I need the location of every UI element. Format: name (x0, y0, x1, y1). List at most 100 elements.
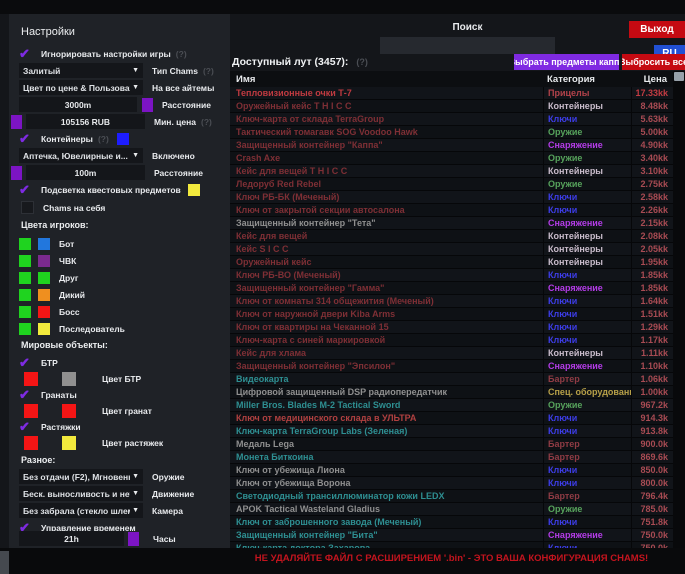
color-swatch[interactable] (38, 255, 50, 267)
table-row[interactable]: Медаль LegaБартер900.0k (230, 438, 673, 451)
misc-dropdown[interactable]: Беск. выносливость и нет уста▼ (19, 486, 143, 501)
table-row[interactable]: Ключ от убежища ВоронаКлючи800.0k (230, 477, 673, 490)
table-row[interactable]: Монета БиткоинаБартер869.6k (230, 451, 673, 464)
item-price: 1.17kk (631, 334, 673, 346)
quest-items-row[interactable]: ✔ Подсветка квестовых предметов (19, 182, 200, 197)
table-row[interactable]: Ключ от закрытой секции автосалонаКлючи2… (230, 204, 673, 217)
color-swatch[interactable] (19, 272, 31, 284)
exit-button[interactable]: Выход (629, 21, 685, 38)
table-row[interactable]: Ключ-карта с синей маркировкойКлючи1.17k… (230, 334, 673, 347)
world-object-toggle-row[interactable]: ✔БТР (19, 355, 58, 370)
search-input[interactable] (380, 37, 555, 54)
item-category: Контейнеры (543, 165, 631, 177)
color-swatch[interactable] (38, 306, 50, 318)
table-row[interactable]: Ключ РБ-БК (Меченый)Ключи2.58kk (230, 191, 673, 204)
color-swatch[interactable] (19, 238, 31, 250)
color-swatch[interactable] (38, 323, 50, 335)
color-swatch[interactable] (38, 272, 50, 284)
color-swatch[interactable] (24, 436, 38, 450)
table-row[interactable]: Crash AxeОружие3.40kk (230, 152, 673, 165)
color-swatch[interactable] (38, 238, 50, 250)
chams-self-row[interactable]: Chams на себя (19, 200, 105, 215)
table-row[interactable]: Ключ от наружной двери Kiba ArmsКлючи1.5… (230, 308, 673, 321)
color-swatch[interactable] (188, 184, 200, 196)
color-swatch[interactable] (38, 289, 50, 301)
table-row[interactable]: Кейс для вещей T H I C CКонтейнеры3.10kk (230, 165, 673, 178)
table-row[interactable]: Miller Bros. Blades M-2 Tactical SwordОр… (230, 399, 673, 412)
item-name: Ключ от убежища Ворона (230, 477, 543, 489)
table-row[interactable]: Защищенный контейнер "Бита"Снаряжение750… (230, 529, 673, 542)
table-row[interactable]: Оружейный кейсКонтейнеры1.95kk (230, 256, 673, 269)
table-row[interactable]: Защищенный контейнер "Гамма"Снаряжение1.… (230, 282, 673, 295)
checkbox-checked-icon[interactable]: ✔ (19, 419, 39, 434)
color-swatch[interactable] (11, 166, 22, 180)
apply-mode-dropdown[interactable]: Цвет по цене & Пользователь ▼ (19, 80, 143, 95)
table-row[interactable]: Тепловизионные очки Т-7Прицелы17.33kk (230, 87, 673, 100)
table-row[interactable]: Ключ от заброшенного завода (Меченый)Клю… (230, 516, 673, 529)
table-row[interactable]: Ключ от квартиры на Чеканной 15Ключи1.29… (230, 321, 673, 334)
table-row[interactable]: Кейс для вещейКонтейнеры2.08kk (230, 230, 673, 243)
select-kappa-items-button[interactable]: Выбрать предметы каппа (514, 54, 619, 70)
ignore-game-settings-row[interactable]: ✔ Игнорировать настройки игры (?) (19, 46, 187, 61)
min-price-input[interactable]: 105156 RUB (26, 114, 145, 129)
checkbox-checked-icon[interactable]: ✔ (19, 46, 39, 61)
item-price: 1.85kk (631, 282, 673, 294)
checkbox-checked-icon[interactable]: ✔ (19, 387, 39, 402)
checkbox-checked-icon[interactable]: ✔ (19, 182, 39, 197)
containers-row[interactable]: ✔ Контейнеры (?) (19, 131, 129, 146)
color-swatch[interactable] (62, 372, 76, 386)
color-swatch[interactable] (19, 289, 31, 301)
table-row[interactable]: Ключ РБ-ВО (Меченый)Ключи1.85kk (230, 269, 673, 282)
table-row[interactable]: Ключ-карта от склада TerraGroupКлючи5.63… (230, 113, 673, 126)
player-color-row: Бот (19, 236, 74, 251)
table-row[interactable]: Ключ от комнаты 314 общежития (Меченый)К… (230, 295, 673, 308)
item-price: 800.0k (631, 477, 673, 489)
world-object-toggle-row[interactable]: ✔Гранаты (19, 387, 77, 402)
table-row[interactable]: Ключ от убежища ЛионаКлючи850.0k (230, 464, 673, 477)
color-swatch[interactable] (62, 436, 76, 450)
color-swatch[interactable] (19, 255, 31, 267)
checkbox-unchecked[interactable] (21, 201, 34, 214)
checkbox-checked-icon[interactable]: ✔ (19, 355, 39, 370)
column-header-name[interactable]: Имя (230, 74, 543, 85)
table-row[interactable]: Светодиодный трансиллюминатор кожи LEDXБ… (230, 490, 673, 503)
table-row[interactable]: Ледоруб Red RebelОружие2.75kk (230, 178, 673, 191)
table-row[interactable]: Кейс для хламаКонтейнеры1.11kk (230, 347, 673, 360)
table-row[interactable]: Оружейный кейс T H I C CКонтейнеры8.48kk (230, 100, 673, 113)
color-swatch[interactable] (24, 404, 38, 418)
column-header-price[interactable]: Цена (631, 74, 673, 85)
table-row[interactable]: ВидеокартаБартер1.06kk (230, 373, 673, 386)
scrollbar-track[interactable] (673, 71, 685, 548)
loot-filter-dropdown[interactable]: Аптечка, Ювелирные и... ▼ (19, 148, 143, 163)
misc-dropdown[interactable]: Без забрала (стекло шлема)▼ (19, 503, 143, 518)
misc-dropdown[interactable]: Без отдачи (F2), Мгновенное п▼ (19, 469, 143, 484)
distance-input[interactable]: 3000m (19, 97, 137, 112)
color-swatch[interactable] (19, 323, 31, 335)
drop-all-button[interactable]: Выбросить все (622, 54, 685, 70)
item-name: Ключ РБ-БК (Меченый) (230, 191, 543, 203)
color-swatch[interactable] (142, 98, 153, 112)
world-object-color-row: Цвет растяжек (24, 435, 163, 450)
table-row[interactable]: Защищенный контейнер "Каппа"Снаряжение4.… (230, 139, 673, 152)
checkbox-checked-icon[interactable]: ✔ (19, 131, 39, 146)
table-row[interactable]: Тактический томагавк SOG Voodoo HawkОруж… (230, 126, 673, 139)
color-swatch[interactable] (62, 404, 76, 418)
table-row[interactable]: APOK Tactical Wasteland GladiusОружие785… (230, 503, 673, 516)
scrollbar-thumb[interactable] (674, 72, 684, 81)
chams-type-dropdown[interactable]: Залитый ▼ (19, 63, 143, 78)
table-row[interactable]: Цифровой защищенный DSP радиопередатчикС… (230, 386, 673, 399)
world-object-toggle-row[interactable]: ✔Растяжки (19, 419, 81, 434)
hours-input[interactable]: 21h (19, 531, 124, 546)
column-header-category[interactable]: Категория (543, 74, 631, 85)
table-row[interactable]: Ключ от медицинского склада в УЛЬТРАКлюч… (230, 412, 673, 425)
color-swatch[interactable] (128, 532, 139, 546)
table-row[interactable]: Защищенный контейнер "Тета"Снаряжение2.1… (230, 217, 673, 230)
color-swatch[interactable] (19, 306, 31, 318)
color-swatch[interactable] (11, 115, 22, 129)
loot-distance-input[interactable]: 100m (26, 165, 145, 180)
table-row[interactable]: Защищенный контейнер "Эпсилон"Снаряжение… (230, 360, 673, 373)
table-row[interactable]: Ключ-карта TerraGroup Labs (Зеленая)Ключ… (230, 425, 673, 438)
color-swatch[interactable] (24, 372, 38, 386)
table-row[interactable]: Кейс S I C CКонтейнеры2.05kk (230, 243, 673, 256)
color-swatch[interactable] (117, 133, 129, 145)
